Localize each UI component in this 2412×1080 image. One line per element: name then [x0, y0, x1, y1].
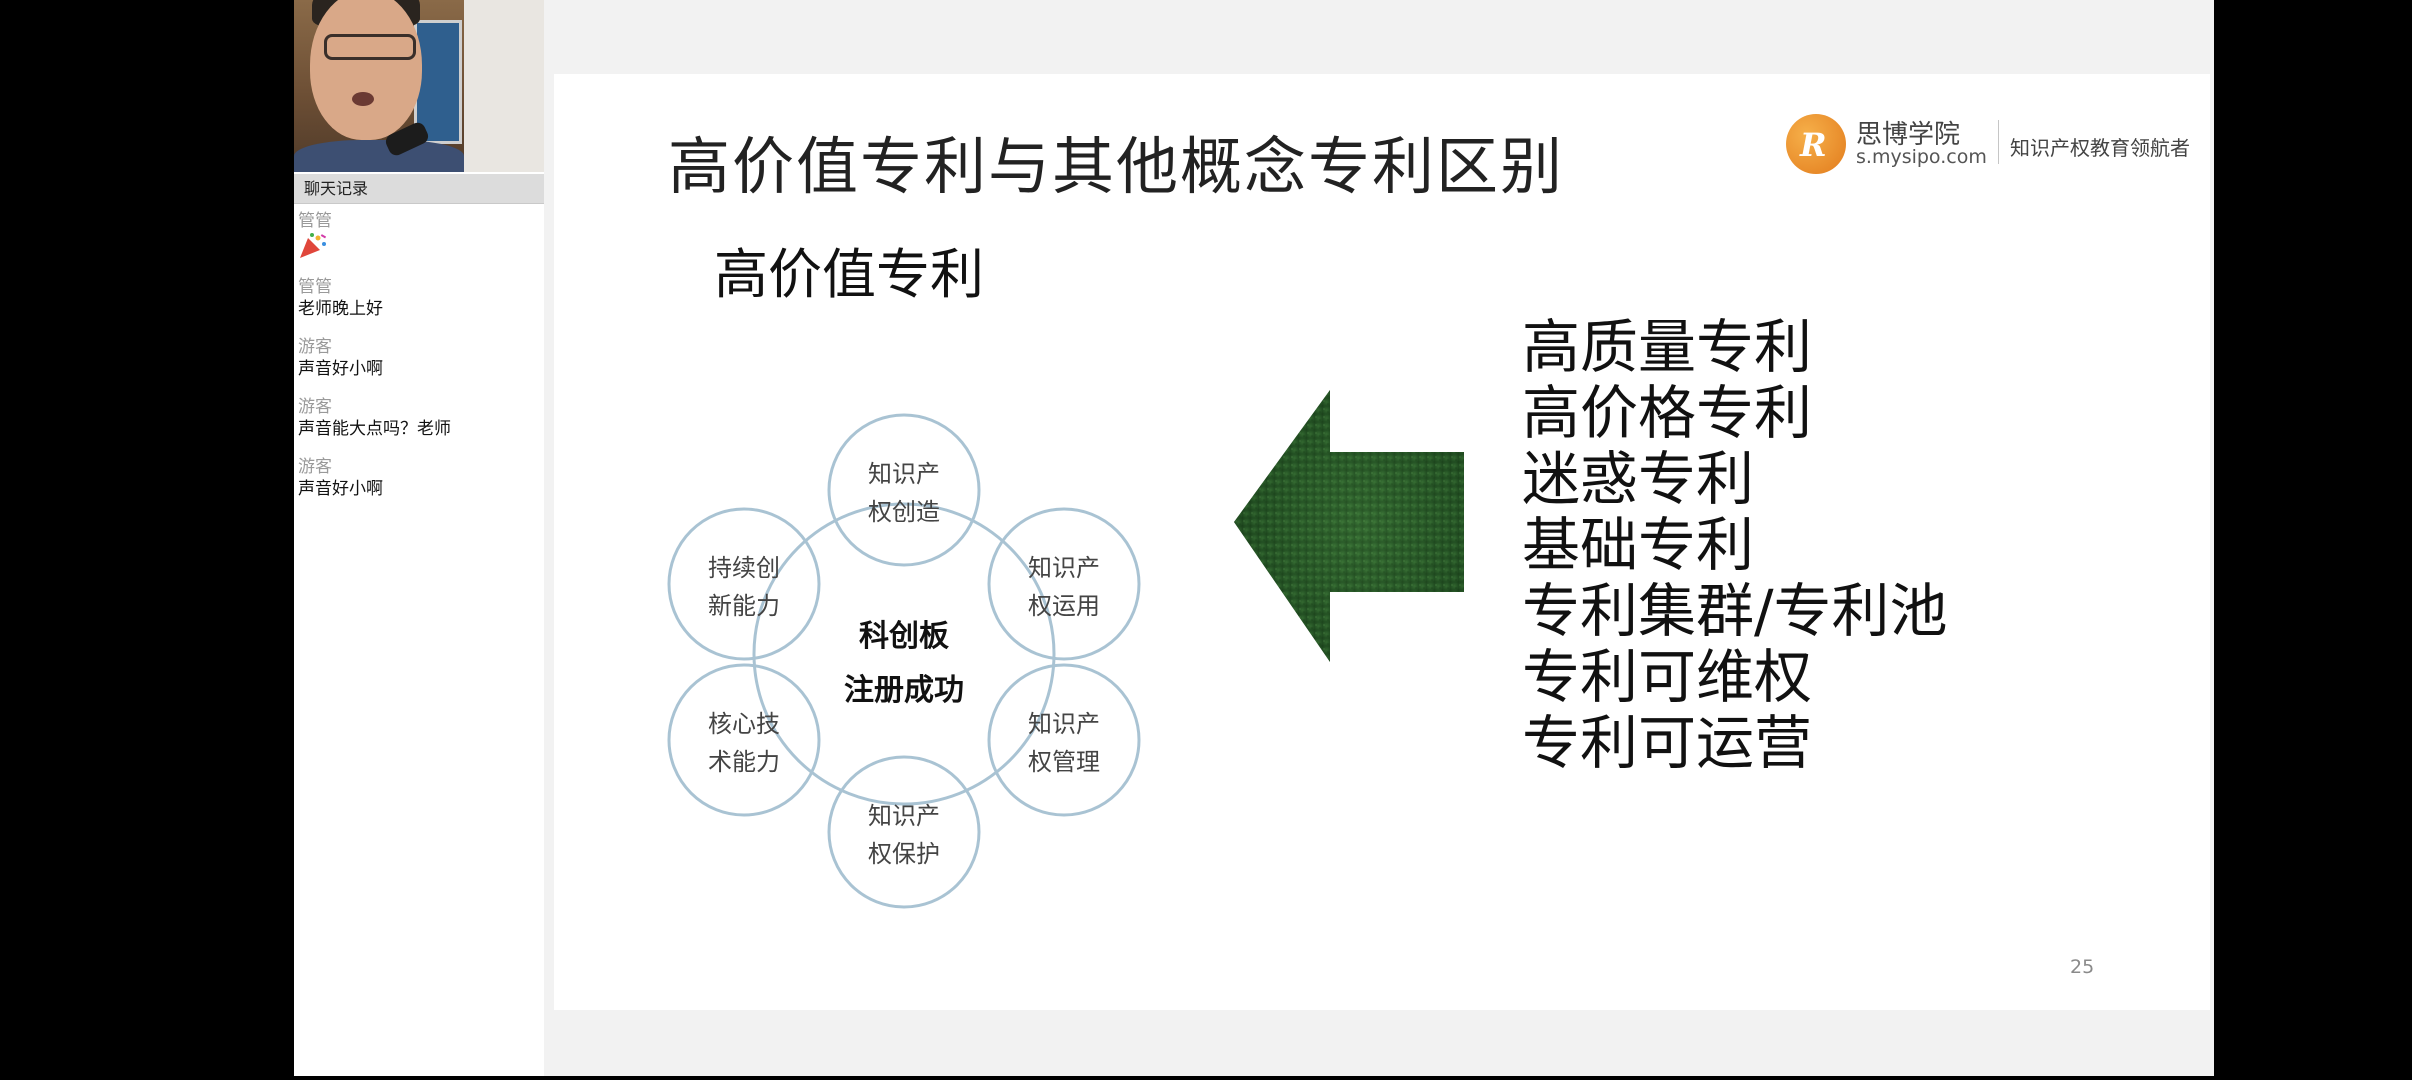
node-label: 权运用	[1028, 592, 1100, 620]
node-label: 权管理	[1028, 748, 1100, 776]
node-label: 术能力	[708, 748, 780, 776]
center-label-line1: 科创板	[859, 619, 949, 654]
chat-username: 游客	[298, 397, 332, 417]
presentation-viewer: 高价值专利与其他概念专利区别 R 思博学院 s.mysipo.com 知识产权教…	[544, 0, 2214, 1076]
node-label: 知识产	[868, 802, 940, 830]
patent-type-list: 高质量专利 高价格专利 迷惑专利 基础专利 专利集群/专利池 专利可维权 专利可…	[1522, 314, 1948, 776]
chat-text: 老师晚上好	[298, 299, 383, 319]
node-label: 持续创	[708, 554, 780, 582]
node-label: 知识产	[1028, 554, 1100, 582]
chat-message: 游客 声音能大点吗？老师	[298, 396, 542, 440]
chat-message: 游客 声音好小啊	[298, 456, 542, 500]
node-label: 权创造	[868, 498, 940, 526]
chat-username: 管管	[298, 211, 332, 231]
list-item: 高价格专利	[1522, 379, 1813, 447]
node-circle	[987, 507, 1141, 661]
node-circle	[667, 507, 821, 661]
center-label-line2: 注册成功	[844, 673, 964, 708]
circle-diagram: 科创板 注册成功 知识产 权创造 知识产 权运用 知识产 权管理 知识产 权保护…	[667, 413, 1141, 909]
chat-username: 游客	[298, 337, 332, 357]
node-circle	[827, 755, 981, 909]
node-label: 核心技	[708, 710, 780, 738]
logo-url: s.mysipo.com	[1856, 146, 1987, 168]
center-circle	[752, 502, 1056, 806]
list-item: 高质量专利	[1522, 313, 1813, 381]
chat-list[interactable]: 管管 管管 老师晚上好 游客 声音好小啊 游客 声音能大点吗？老师 游客 声音好…	[298, 210, 542, 516]
node-circle	[827, 413, 981, 567]
chat-text: 声音能大点吗？老师	[298, 419, 451, 439]
list-item: 基础专利	[1522, 511, 1755, 579]
list-item: 迷惑专利	[1522, 445, 1755, 513]
node-circle	[667, 663, 821, 817]
left-arrow-icon	[1234, 390, 1464, 662]
chat-text: 声音好小啊	[298, 359, 383, 379]
webcam-video	[294, 0, 544, 172]
svg-text:R: R	[1799, 126, 1827, 164]
list-item: 专利集群/专利池	[1522, 577, 1948, 645]
node-circle	[987, 663, 1141, 817]
chat-message: 管管	[298, 210, 542, 260]
party-popper-icon	[300, 233, 327, 258]
chat-message: 管管 老师晚上好	[298, 276, 542, 320]
node-label: 新能力	[708, 592, 780, 620]
node-label: 知识产	[868, 460, 940, 488]
page-number: 25	[2070, 956, 2095, 978]
node-label: 权保护	[868, 840, 940, 868]
chat-username: 管管	[298, 277, 332, 297]
chat-username: 游客	[298, 457, 332, 477]
left-panel: 聊天记录 管管 管管 老师晚上好 游客 声音好小啊 游客 声音能大点吗？老师 游…	[294, 0, 544, 1076]
chat-text: 声音好小啊	[298, 479, 383, 499]
slide-subtitle: 高价值专利	[714, 243, 984, 306]
node-label: 知识产	[1028, 710, 1100, 738]
chat-message: 游客 声音好小啊	[298, 336, 542, 380]
logo-divider	[1998, 120, 1999, 164]
chat-header: 聊天记录	[294, 174, 544, 204]
logo-slogan: 知识产权教育领航者	[2010, 136, 2190, 160]
list-item: 专利可运营	[1522, 709, 1813, 777]
slide: 高价值专利与其他概念专利区别 R 思博学院 s.mysipo.com 知识产权教…	[554, 74, 2210, 1010]
slide-title: 高价值专利与其他概念专利区别	[668, 130, 1565, 203]
logo-icon: R	[1786, 114, 1846, 174]
list-item: 专利可维权	[1522, 643, 1813, 711]
